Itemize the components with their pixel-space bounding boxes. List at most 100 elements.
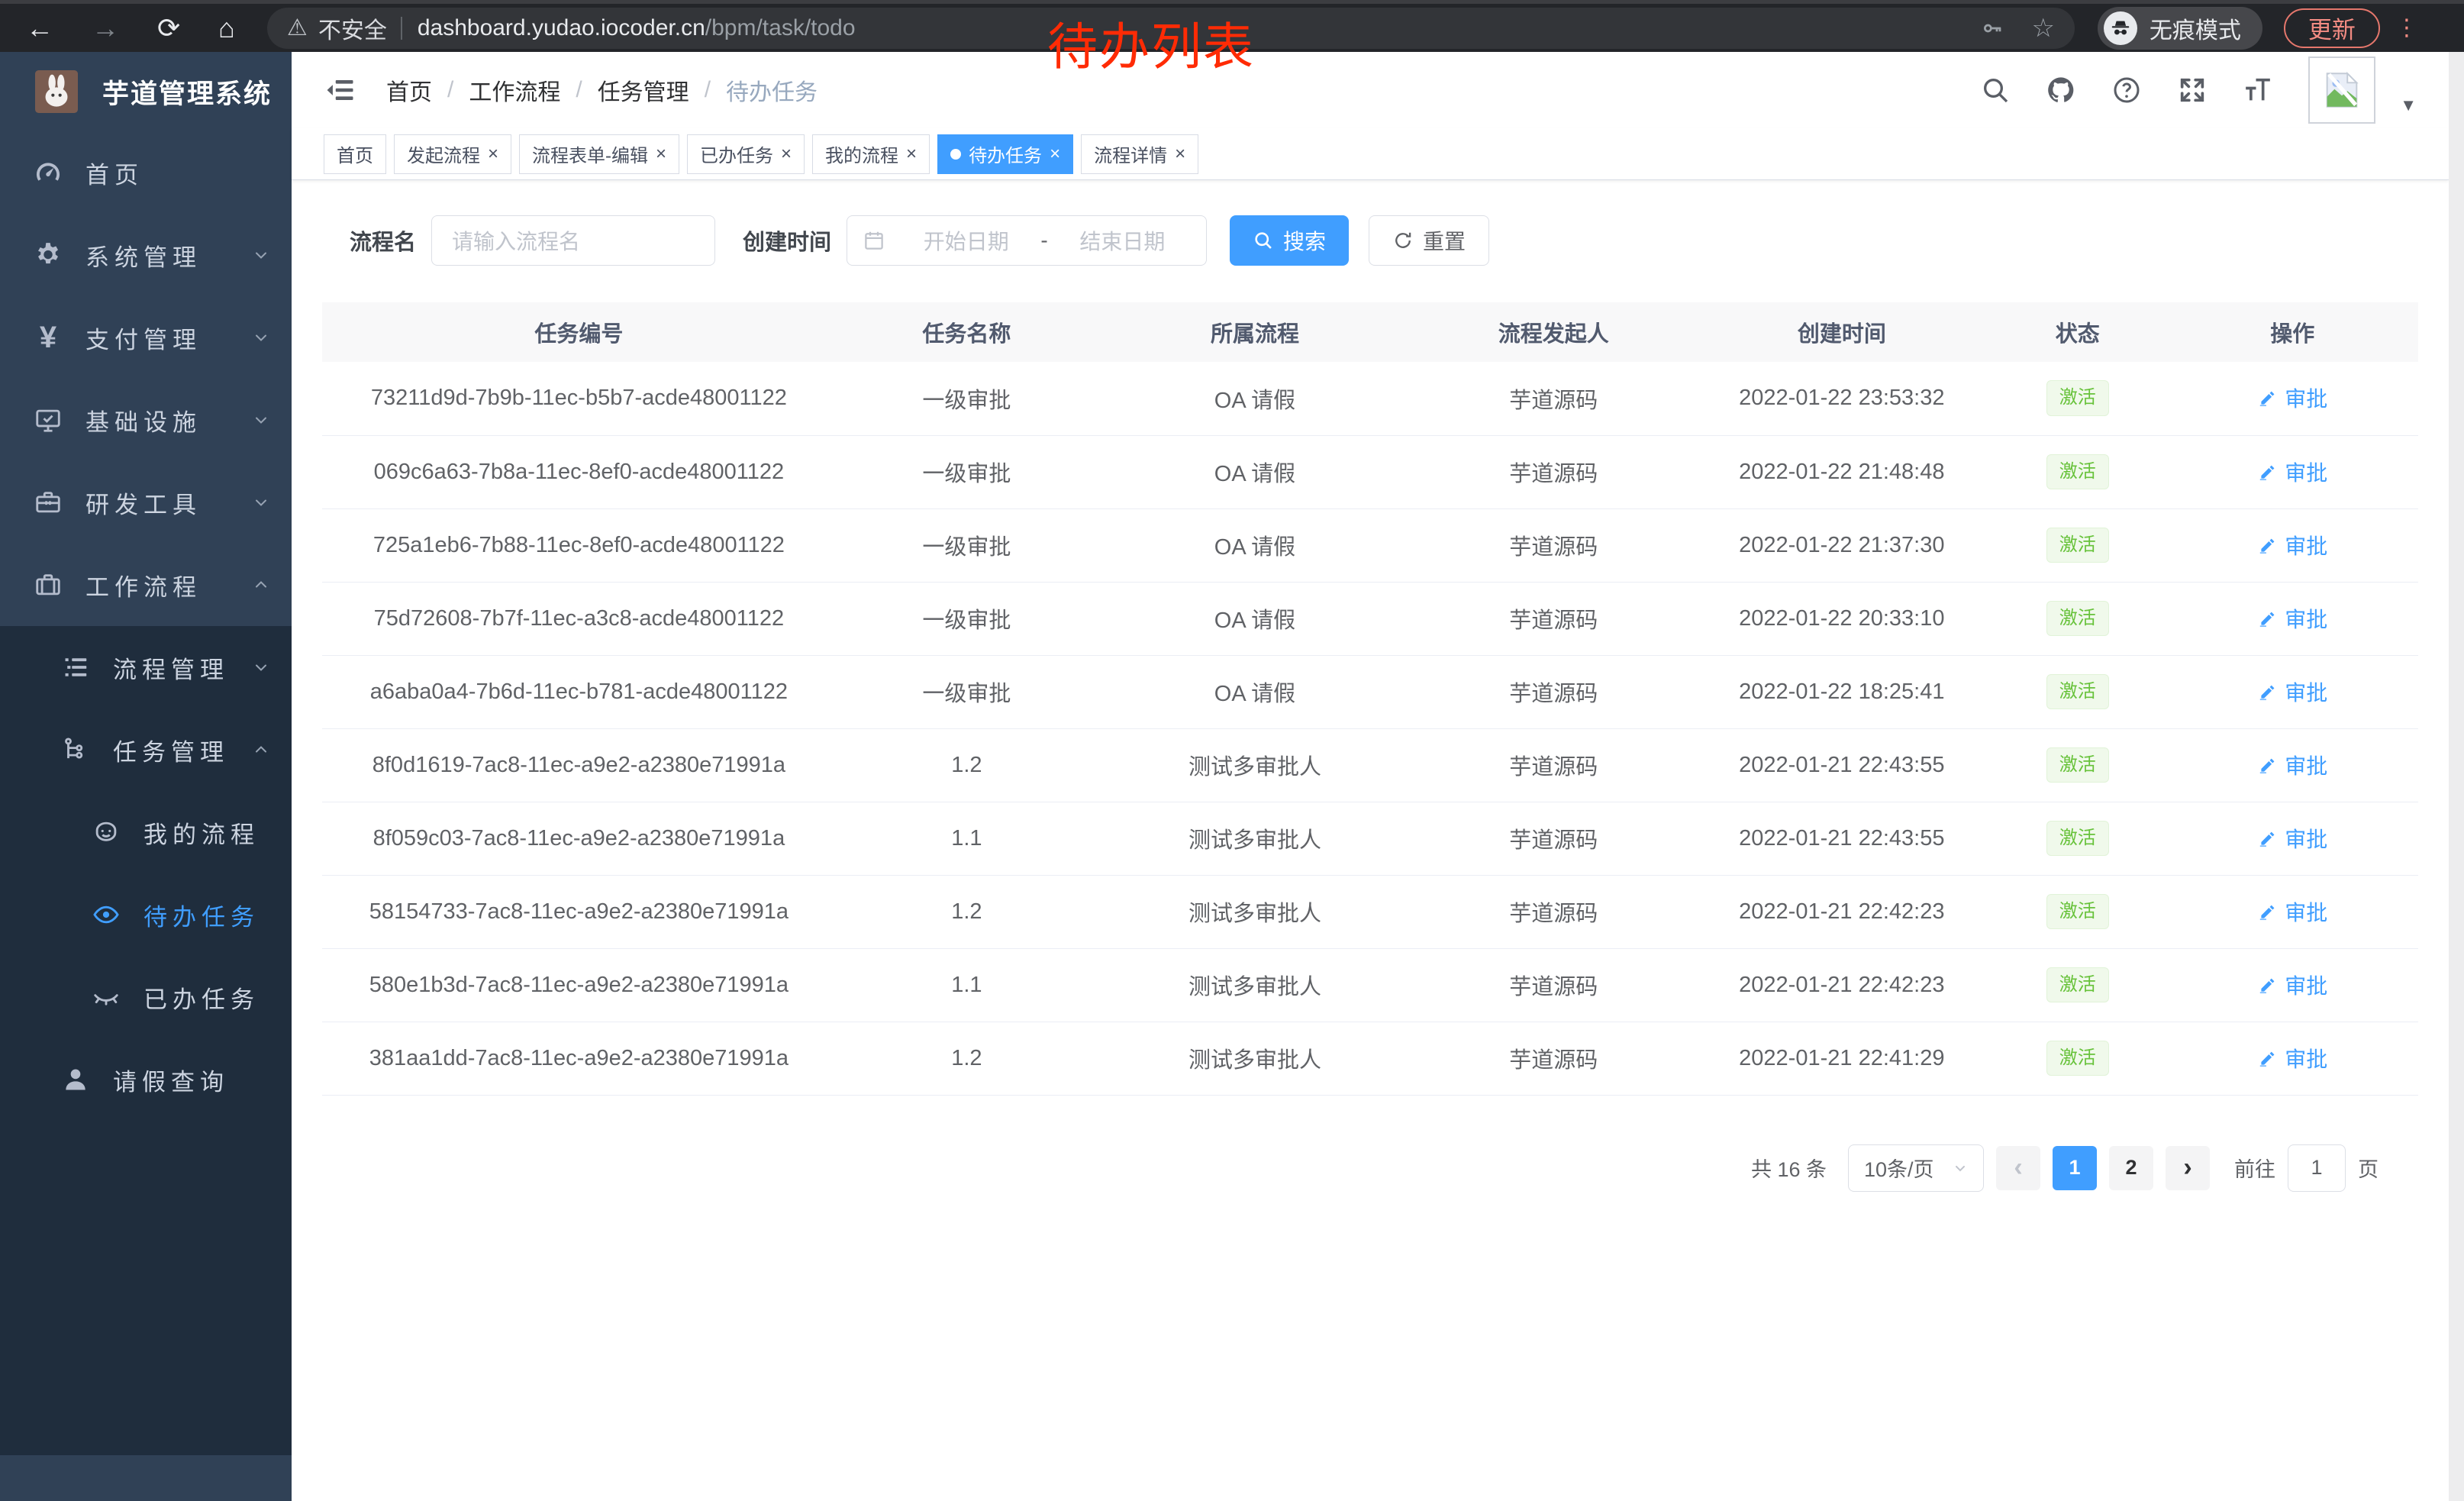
eye-open-icon [89, 900, 124, 929]
cell-starter: 芋道源码 [1412, 948, 1695, 1022]
tab-todo-task[interactable]: 待办任务 × [937, 134, 1073, 174]
pen-icon [2257, 1048, 2277, 1068]
column-header: 任务名称 [836, 302, 1098, 362]
sidebar-submenu: 流程管理 任务管理 我的流程 待办任务 已办任务 请假查询 [0, 626, 292, 1455]
approve-link[interactable]: 审批 [2257, 1043, 2327, 1073]
goto-page-input[interactable]: 1 [2288, 1144, 2346, 1192]
sidebar-item-infrastructure[interactable]: 基础设施 [0, 379, 292, 461]
back-icon[interactable]: ← [26, 12, 53, 44]
approve-link[interactable]: 审批 [2257, 457, 2327, 487]
date-range-input[interactable]: 开始日期 - 结束日期 [847, 215, 1207, 266]
tab-form-edit[interactable]: 流程表单-编辑 × [519, 134, 679, 174]
breadcrumb-home[interactable]: 首页 [386, 73, 432, 107]
sidebar-item-system[interactable]: 系统管理 [0, 214, 292, 296]
app-logo-row[interactable]: 芋道管理系统 [0, 52, 292, 131]
approve-link[interactable]: 审批 [2257, 750, 2327, 780]
tab-done-task[interactable]: 已办任务 × [687, 134, 805, 174]
home-icon[interactable]: ⌂ [218, 12, 235, 44]
cell-process: 测试多审批人 [1098, 1022, 1412, 1095]
avatar-caret-down-icon[interactable]: ▼ [2400, 95, 2417, 115]
status-badge: 激活 [2046, 1041, 2109, 1077]
key-icon[interactable] [1981, 17, 2004, 40]
cell-starter: 芋道源码 [1412, 802, 1695, 875]
chevron-down-icon [252, 493, 270, 512]
reset-button[interactable]: 重置 [1369, 215, 1489, 266]
cell-process: OA 请假 [1098, 582, 1412, 655]
sidebar-item-label: 研发工具 [85, 486, 252, 520]
sidebar-item-payment[interactable]: ¥ 支付管理 [0, 296, 292, 379]
breadcrumb-workflow[interactable]: 工作流程 [469, 73, 560, 107]
chevron-down-icon [1953, 1160, 1968, 1176]
cell-task-id: 8f059c03-7ac8-11ec-a9e2-a2380e71991a [322, 802, 836, 875]
help-icon[interactable] [2111, 75, 2142, 105]
status-badge: 激活 [2046, 528, 2109, 563]
sidebar-item-process-mgmt[interactable]: 流程管理 [0, 626, 292, 709]
process-name-input[interactable]: 请输入流程名 [431, 215, 715, 266]
page-number-button[interactable]: 2 [2109, 1146, 2153, 1190]
reload-icon[interactable]: ⟳ [157, 12, 180, 44]
bookmark-star-icon[interactable]: ☆ [2031, 13, 2054, 44]
sidebar-item-my-process[interactable]: 我的流程 [0, 791, 292, 873]
cell-starter: 芋道源码 [1412, 655, 1695, 728]
search-icon[interactable] [1980, 75, 2011, 105]
tab-label: 流程表单-编辑 [532, 140, 648, 167]
cell-task-id: 75d72608-7b7f-11ec-a3c8-acde48001122 [322, 582, 836, 655]
approve-link[interactable]: 审批 [2257, 530, 2327, 560]
app-title: 芋道管理系统 [102, 73, 272, 111]
next-page-button[interactable]: › [2166, 1146, 2210, 1190]
sidebar-item-home[interactable]: 首页 [0, 131, 292, 214]
fullscreen-icon[interactable] [2177, 75, 2208, 105]
sidebar-item-devtools[interactable]: 研发工具 [0, 461, 292, 544]
font-size-icon[interactable] [2243, 75, 2273, 105]
sidebar-collapse-icon[interactable] [324, 74, 356, 106]
search-button[interactable]: 搜索 [1230, 215, 1349, 266]
close-icon[interactable]: × [656, 145, 666, 163]
tab-process-detail[interactable]: 流程详情 × [1081, 134, 1198, 174]
cell-create-time: 2022-01-21 22:43:55 [1695, 802, 1988, 875]
close-icon[interactable]: × [1050, 145, 1060, 163]
status-badge: 激活 [2046, 601, 2109, 637]
approve-link[interactable]: 审批 [2257, 823, 2327, 854]
page-scrollbar[interactable] [2449, 52, 2464, 1501]
page-size-select[interactable]: 10条/页 [1848, 1144, 1984, 1192]
prev-page-button[interactable]: ‹ [1996, 1146, 2040, 1190]
github-icon[interactable] [2046, 75, 2076, 105]
approve-link[interactable]: 审批 [2257, 896, 2327, 927]
tab-my-process[interactable]: 我的流程 × [812, 134, 930, 174]
forward-icon[interactable]: → [92, 12, 119, 44]
user-avatar[interactable] [2308, 56, 2375, 124]
sidebar-item-task-mgmt[interactable]: 任务管理 [0, 709, 292, 791]
tab-home[interactable]: 首页 [324, 134, 386, 174]
column-header: 所属流程 [1098, 302, 1412, 362]
sidebar-item-todo-task[interactable]: 待办任务 [0, 873, 292, 956]
table-row: 73211d9d-7b9b-11ec-b5b7-acde48001122 一级审… [322, 362, 2418, 435]
approve-link[interactable]: 审批 [2257, 676, 2327, 707]
breadcrumb-task-mgmt[interactable]: 任务管理 [598, 73, 689, 107]
sidebar-item-done-task[interactable]: 已办任务 [0, 956, 292, 1038]
chevron-down-icon [252, 411, 270, 429]
cell-create-time: 2022-01-22 20:33:10 [1695, 582, 1988, 655]
close-icon[interactable]: × [488, 145, 498, 163]
browser-menu-icon[interactable]: ⋮ [2395, 15, 2418, 41]
approve-link[interactable]: 审批 [2257, 383, 2327, 413]
table-row: 8f059c03-7ac8-11ec-a9e2-a2380e71991a 1.1… [322, 802, 2418, 875]
update-button[interactable]: 更新 [2284, 8, 2380, 48]
close-icon[interactable]: × [781, 145, 792, 163]
cell-process: 测试多审批人 [1098, 728, 1412, 802]
main-area: 首页 / 工作流程 / 任务管理 / 待办任务 ▼ 首页 发起流程 × 流程表单… [292, 52, 2449, 1501]
close-icon[interactable]: × [906, 145, 917, 163]
cell-starter: 芋道源码 [1412, 435, 1695, 508]
cell-process: OA 请假 [1098, 655, 1412, 728]
tree-icon [58, 735, 93, 764]
tab-start-process[interactable]: 发起流程 × [394, 134, 511, 174]
sidebar-item-label: 支付管理 [85, 321, 252, 355]
cell-create-time: 2022-01-22 21:48:48 [1695, 435, 1988, 508]
sidebar-item-workflow[interactable]: 工作流程 [0, 544, 292, 626]
sidebar-item-leave-query[interactable]: 请假查询 [0, 1038, 292, 1121]
approve-link[interactable]: 审批 [2257, 603, 2327, 634]
close-icon[interactable]: × [1175, 145, 1185, 163]
table-row: 725a1eb6-7b88-11ec-8ef0-acde48001122 一级审… [322, 508, 2418, 582]
approve-link[interactable]: 审批 [2257, 970, 2327, 1000]
column-header: 状态 [1988, 302, 2166, 362]
page-number-button[interactable]: 1 [2053, 1146, 2097, 1190]
